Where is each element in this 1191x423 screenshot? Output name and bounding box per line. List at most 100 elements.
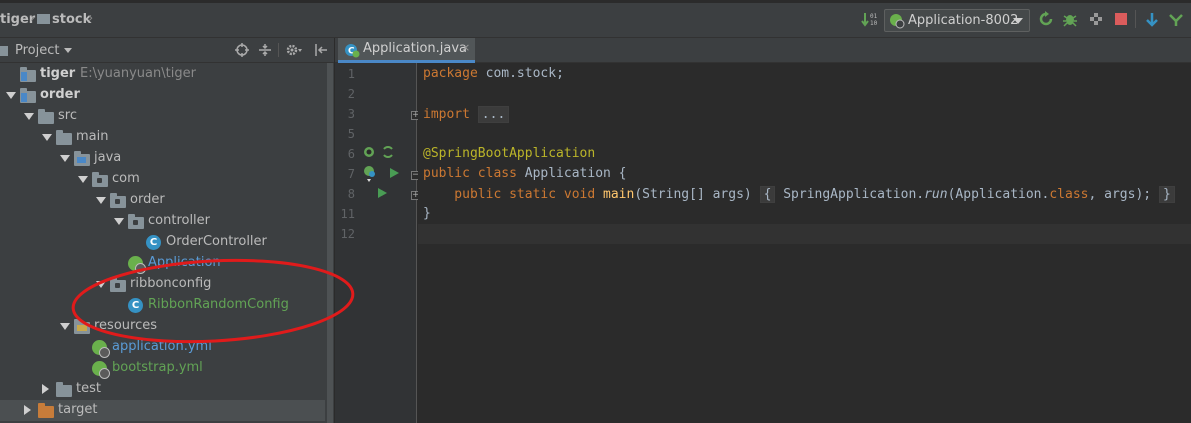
- code-text: Application {: [516, 166, 627, 181]
- expand-arrow-icon[interactable]: [114, 218, 124, 225]
- keyword: class: [1049, 187, 1089, 202]
- rerun-icon[interactable]: [1038, 11, 1054, 27]
- code-line-8: public static void main(String[] args) {…: [423, 186, 1175, 203]
- tree-item-target[interactable]: target: [0, 400, 334, 421]
- expand-arrow-icon[interactable]: [6, 92, 16, 99]
- folded-imports[interactable]: ...: [477, 106, 510, 123]
- keyword: public class: [423, 166, 517, 181]
- tab-application-java[interactable]: C Application.java ×: [338, 38, 475, 63]
- expand-arrow-icon[interactable]: [60, 323, 70, 330]
- package-icon: [128, 214, 144, 229]
- hide-panel-icon[interactable]: [314, 43, 328, 57]
- debug-icon[interactable]: [1062, 11, 1078, 27]
- tree-item-test[interactable]: test: [0, 379, 334, 400]
- scrollbar-thumb[interactable]: [327, 63, 333, 423]
- collapse-all-icon[interactable]: [258, 43, 272, 57]
- keyword: public static void: [423, 187, 596, 202]
- folder-icon: [56, 130, 72, 145]
- spring-yml-icon: [92, 361, 110, 379]
- tree-item-order[interactable]: order: [0, 85, 334, 106]
- coverage-icon[interactable]: [1088, 11, 1104, 27]
- spring-bean-icon[interactable]: [363, 146, 377, 160]
- source-folder-icon: [74, 151, 90, 166]
- project-tree: tiger E:\yuanyuan\tiger order src main java co…: [0, 63, 334, 423]
- tree-item-order[interactable]: order: [0, 190, 334, 211]
- expand-arrow-icon[interactable]: [42, 134, 52, 141]
- line-number: 3: [347, 107, 355, 121]
- tree-item-ordercontroller[interactable]: C OrderController: [0, 232, 334, 253]
- code-text: (Application.: [947, 187, 1050, 202]
- folded-block-close[interactable]: }: [1158, 186, 1175, 203]
- tree-item-src[interactable]: src: [0, 106, 334, 127]
- line-number: 5: [347, 127, 355, 141]
- tree-item-label: order: [40, 87, 80, 102]
- folded-block-open[interactable]: {: [759, 186, 776, 203]
- tree-item-application-yml[interactable]: application.yml: [0, 337, 334, 358]
- target-folder-icon: [38, 403, 54, 418]
- tree-item-label: main: [76, 129, 109, 144]
- gear-icon[interactable]: [286, 43, 302, 57]
- tree-item-ribbonconfig[interactable]: ribbonconfig: [0, 274, 334, 295]
- code-line-11: }: [423, 206, 431, 221]
- spring-config-icon[interactable]: [381, 145, 395, 159]
- run-configuration-select[interactable]: Application-8002: [884, 9, 1030, 32]
- collapse-arrow-icon[interactable]: [24, 405, 31, 415]
- tree-item-ribbonrandomconfig[interactable]: C RibbonRandomConfig: [0, 295, 334, 316]
- tree-item-application[interactable]: Application: [0, 253, 334, 274]
- collapse-arrow-icon[interactable]: [42, 384, 49, 394]
- spring-run-config-icon: [890, 14, 905, 29]
- svg-text:10: 10: [870, 20, 877, 27]
- project-view-icon: [0, 46, 8, 56]
- tree-item-label: Application: [148, 255, 221, 270]
- chevron-down-icon[interactable]: [64, 48, 72, 53]
- tree-item-controller[interactable]: controller: [0, 211, 334, 232]
- sort-icon[interactable]: 01 10: [861, 11, 877, 27]
- module-folder-icon: [20, 88, 36, 103]
- tree-item-java[interactable]: java: [0, 148, 334, 169]
- class-icon: C: [146, 235, 161, 250]
- spring-run-class-icon[interactable]: [363, 165, 379, 183]
- vcs-commit-icon[interactable]: [1168, 11, 1184, 27]
- tree-item-label: ribbonconfig: [130, 276, 212, 291]
- chevron-down-icon: [1013, 18, 1023, 24]
- stop-icon[interactable]: [1113, 11, 1129, 27]
- header-separator: [278, 43, 279, 57]
- tree-item-label: tiger: [40, 66, 76, 81]
- tree-item-tiger[interactable]: tiger E:\yuanyuan\tiger: [0, 64, 334, 85]
- breadcrumb-separator-icon: ›: [88, 11, 94, 26]
- expand-arrow-icon[interactable]: [78, 176, 88, 183]
- vcs-update-icon[interactable]: [1144, 11, 1160, 27]
- folder-icon: [56, 382, 72, 397]
- run-icon[interactable]: [388, 167, 400, 179]
- annotation: @SpringBootApplication: [423, 146, 596, 161]
- line-number: 12: [340, 227, 355, 241]
- resources-folder-icon: [74, 319, 90, 334]
- package-icon: [92, 172, 108, 187]
- locate-icon[interactable]: [235, 43, 249, 57]
- tree-item-label: target: [58, 402, 98, 417]
- expand-arrow-icon[interactable]: [60, 155, 70, 162]
- spring-yml-icon: [92, 340, 110, 358]
- tree-scrollbar[interactable]: [325, 63, 334, 423]
- close-icon[interactable]: ×: [461, 41, 470, 54]
- tree-item-label: src: [58, 108, 77, 123]
- expand-arrow-icon[interactable]: [96, 281, 106, 288]
- tree-item-com[interactable]: com: [0, 169, 334, 190]
- run-icon[interactable]: [376, 187, 388, 199]
- tree-item-label: controller: [148, 213, 211, 228]
- keyword: package: [423, 66, 478, 81]
- project-panel-title[interactable]: Project: [15, 43, 59, 58]
- folder-icon: [38, 109, 54, 124]
- line-number: 7: [347, 167, 355, 181]
- tree-item-label: java: [94, 150, 122, 165]
- breadcrumb-folder-icon: [37, 14, 50, 24]
- tree-item-bootstrap-yml[interactable]: bootstrap.yml: [0, 358, 334, 379]
- code-editor[interactable]: package com.stock; import ... @SpringBoo…: [418, 63, 1191, 423]
- expand-arrow-icon[interactable]: [96, 197, 106, 204]
- line-number: 11: [340, 207, 355, 221]
- tree-item-main[interactable]: main: [0, 127, 334, 148]
- breadcrumb-separator-icon: ›: [30, 11, 36, 26]
- tree-item-resources[interactable]: resources: [0, 316, 334, 337]
- breadcrumb-item-stock[interactable]: stock: [52, 12, 91, 27]
- expand-arrow-icon[interactable]: [24, 113, 34, 120]
